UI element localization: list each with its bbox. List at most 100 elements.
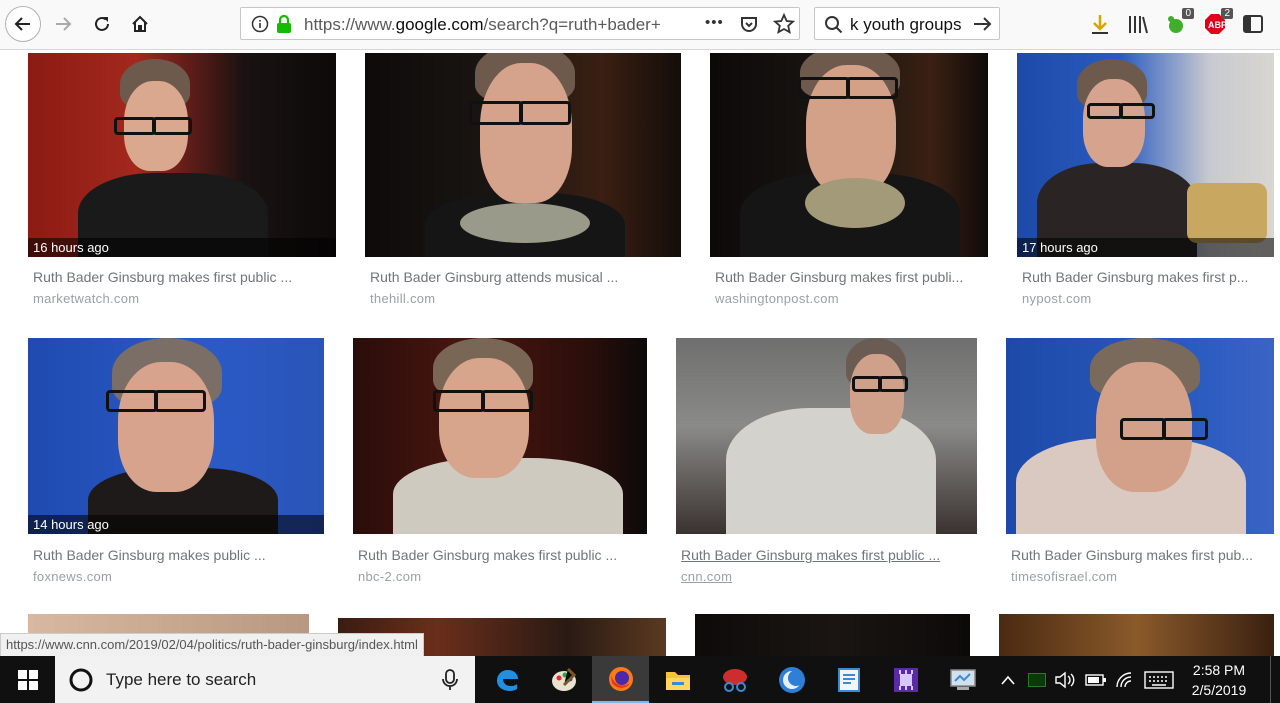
taskbar-wordpad[interactable] <box>820 656 877 703</box>
wifi-icon <box>1116 671 1132 687</box>
image-result-3[interactable]: Ruth Bader Ginsburg makes first publi...… <box>710 53 988 313</box>
url-path: /search?q=ruth+bader+ <box>483 15 661 34</box>
info-icon[interactable] <box>251 15 269 33</box>
taskbar-search-placeholder: Type here to search <box>106 670 257 689</box>
search-icon <box>825 16 843 34</box>
cortana-icon <box>69 668 93 692</box>
url-prefix: https://www. <box>304 15 396 34</box>
result-thumbnail[interactable] <box>710 53 988 257</box>
svg-text:ABP: ABP <box>1208 20 1226 30</box>
result-thumbnail[interactable]: 14 hours ago <box>28 338 324 534</box>
taskbar-app-moon[interactable] <box>763 656 820 703</box>
image-result-8[interactable]: Ruth Bader Ginsburg makes first pub... t… <box>1006 338 1274 588</box>
start-button[interactable] <box>0 656 55 703</box>
result-thumbnail[interactable]: 16 hours ago <box>28 53 336 257</box>
result-thumbnail[interactable]: 17 hours ago <box>1017 53 1274 257</box>
taskbar-chip-app[interactable] <box>877 656 934 703</box>
result-title[interactable]: Ruth Bader Ginsburg makes first p... <box>1022 269 1272 285</box>
page-actions-icon[interactable]: ••• <box>705 14 724 31</box>
battery-icon <box>1085 673 1106 686</box>
taskbar: Type here to search 2:58 PM 2/5/2019 <box>0 656 1280 703</box>
result-thumbnail[interactable] <box>676 338 977 534</box>
monitor-icon <box>949 668 976 690</box>
folder-icon <box>665 671 690 690</box>
taskbar-clock[interactable]: 2:58 PM 2/5/2019 <box>1180 660 1258 700</box>
sidebar-button[interactable] <box>1241 12 1265 36</box>
result-title[interactable]: Ruth Bader Ginsburg makes first pub... <box>1011 547 1271 563</box>
result-source[interactable]: timesofisrael.com <box>1011 569 1117 584</box>
image-result-7[interactable]: Ruth Bader Ginsburg makes first public .… <box>676 338 977 588</box>
show-desktop-button[interactable] <box>1270 656 1280 703</box>
result-title[interactable]: Ruth Bader Ginsburg attends musical ... <box>370 269 670 285</box>
arrow-right-icon <box>56 17 72 31</box>
result-title[interactable]: Ruth Bader Ginsburg makes public ... <box>33 547 323 563</box>
adblock-button[interactable]: ABP 2 <box>1203 8 1233 36</box>
taskbar-file-explorer[interactable] <box>649 656 706 703</box>
speaker-icon <box>1055 671 1075 688</box>
taskbar-search-box[interactable]: Type here to search <box>55 656 475 703</box>
result-title[interactable]: Ruth Bader Ginsburg makes first publi... <box>715 269 985 285</box>
keyboard-button[interactable] <box>1142 656 1176 703</box>
wifi-button[interactable] <box>1112 656 1140 703</box>
download-icon <box>1092 15 1108 34</box>
downloads-button[interactable] <box>1088 12 1112 36</box>
tray-app-indicator[interactable] <box>1026 656 1048 703</box>
result-source[interactable]: nypost.com <box>1022 291 1091 306</box>
image-result-1[interactable]: 16 hours ago Ruth Bader Ginsburg makes f… <box>28 53 336 313</box>
taskbar-paint[interactable] <box>535 656 592 703</box>
bookmark-star-icon[interactable] <box>773 13 795 35</box>
image-result-2[interactable]: Ruth Bader Ginsburg attends musical ... … <box>365 53 681 313</box>
result-source[interactable]: cnn.com <box>681 569 732 584</box>
result-source[interactable]: marketwatch.com <box>33 291 139 306</box>
search-bar[interactable]: k youth groups <box>814 7 1000 40</box>
result-source[interactable]: foxnews.com <box>33 569 112 584</box>
image-result-12-thumbnail[interactable] <box>999 614 1274 656</box>
sidebar-icon <box>1243 15 1263 33</box>
result-thumbnail[interactable] <box>365 53 681 257</box>
windows-icon <box>17 669 38 690</box>
library-button[interactable] <box>1126 12 1150 36</box>
microphone-icon[interactable] <box>442 669 458 691</box>
chip-icon <box>893 667 918 692</box>
paint-palette-icon <box>551 667 576 691</box>
firefox-icon <box>608 666 633 691</box>
back-button[interactable] <box>5 6 41 42</box>
document-icon <box>837 667 860 692</box>
result-source[interactable]: washingtonpost.com <box>715 291 839 306</box>
search-go-icon[interactable] <box>973 15 993 33</box>
image-result-4[interactable]: 17 hours ago Ruth Bader Ginsburg makes f… <box>1017 53 1274 313</box>
pocket-icon[interactable] <box>739 14 759 34</box>
home-button[interactable] <box>122 6 158 42</box>
taskbar-monitor-app[interactable] <box>934 656 991 703</box>
url-text[interactable]: https://www.google.com/search?q=ruth+bad… <box>304 15 664 35</box>
search-bar-text[interactable]: k youth groups <box>850 15 962 35</box>
result-thumbnail[interactable] <box>1006 338 1274 534</box>
edge-icon <box>496 669 518 691</box>
image-result-11-thumbnail[interactable] <box>695 614 970 656</box>
result-source[interactable]: nbc-2.com <box>358 569 421 584</box>
result-title[interactable]: Ruth Bader Ginsburg makes first public .… <box>681 547 971 563</box>
taskbar-edge[interactable] <box>478 656 535 703</box>
result-source[interactable]: thehill.com <box>370 291 435 306</box>
result-title[interactable]: Ruth Bader Ginsburg makes first public .… <box>358 547 643 563</box>
battery-button[interactable] <box>1082 656 1110 703</box>
result-thumbnail[interactable] <box>353 338 647 534</box>
extension-green-button[interactable]: 0 <box>1164 8 1194 36</box>
crescent-icon <box>778 666 805 693</box>
reload-button[interactable] <box>84 6 120 42</box>
reload-icon <box>95 16 109 31</box>
lock-icon[interactable] <box>275 14 293 34</box>
result-title[interactable]: Ruth Bader Ginsburg makes first public .… <box>33 269 333 285</box>
time-label: 14 hours ago <box>28 515 324 534</box>
volume-button[interactable] <box>1052 656 1078 703</box>
taskbar-firefox[interactable] <box>592 656 649 703</box>
forward-button[interactable] <box>45 6 81 42</box>
image-result-5[interactable]: 14 hours ago Ruth Bader Ginsburg makes p… <box>28 338 324 588</box>
home-icon <box>132 15 148 32</box>
taskbar-snipping-tool[interactable] <box>706 656 763 703</box>
clock-date: 2/5/2019 <box>1191 682 1247 698</box>
tray-overflow-button[interactable] <box>996 656 1020 703</box>
image-result-6[interactable]: Ruth Bader Ginsburg makes first public .… <box>353 338 647 588</box>
url-bar[interactable]: https://www.google.com/search?q=ruth+bad… <box>240 7 800 40</box>
browser-toolbar: https://www.google.com/search?q=ruth+bad… <box>0 0 1280 50</box>
